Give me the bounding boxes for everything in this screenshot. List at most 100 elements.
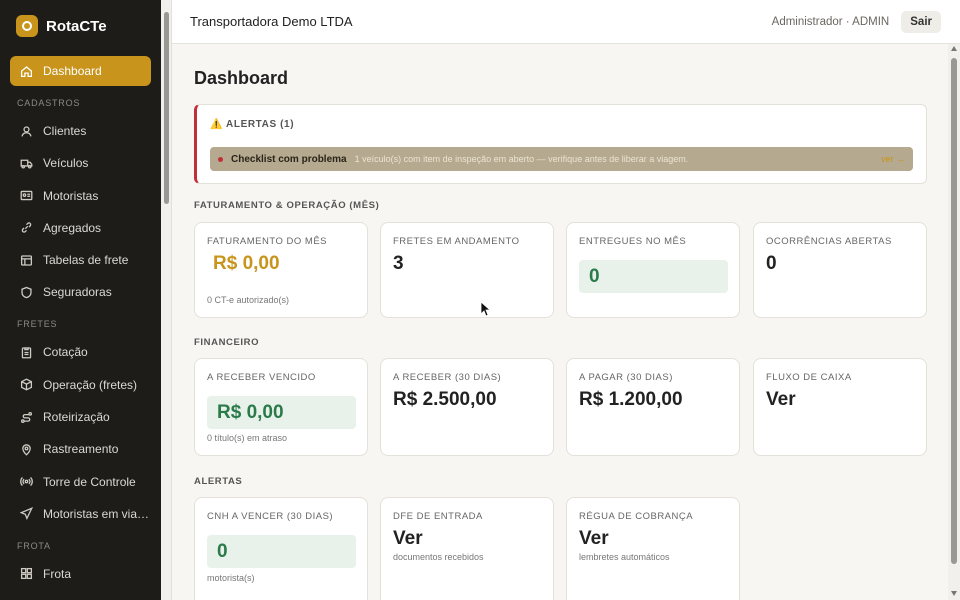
alert-dot-icon <box>218 156 223 162</box>
sidebar-item-clientes[interactable]: Clientes <box>10 116 151 146</box>
sidebar-item-label: Tabelas de frete <box>43 253 129 268</box>
scroll-up-icon[interactable] <box>951 46 957 51</box>
alerts-title: ⚠️ ALERTAS (1) <box>210 119 295 130</box>
main-scrollbar-thumb[interactable] <box>951 58 957 564</box>
page-title: Dashboard <box>194 68 289 88</box>
sidebar-item-label: Seguradoras <box>43 285 112 300</box>
clipboard-icon <box>20 346 33 359</box>
card-value: Ver <box>393 528 423 549</box>
card-value: 0 <box>207 535 356 568</box>
sidebar-item-tabelas-de-frete[interactable]: Tabelas de frete <box>10 245 151 275</box>
sidebar-item-dashboard[interactable]: Dashboard <box>10 56 151 86</box>
alert-item-description: 1 veículo(s) com item de inspeção em abe… <box>354 154 689 164</box>
table-icon <box>20 254 33 267</box>
card-receber-vencido[interactable]: A RECEBER VENCIDO R$ 0,00 0 título(s) em… <box>194 358 368 456</box>
sidebar-item-motoristas-em-viagem[interactable]: Motoristas em viag... <box>10 499 151 529</box>
logout-button[interactable]: Sair <box>901 10 941 33</box>
mouse-cursor-icon <box>480 301 490 317</box>
sidebar-section-frota: FROTA <box>17 540 51 551</box>
sidebar-item-label: Motoristas <box>43 188 99 203</box>
brand-name: RotaCTe <box>46 17 107 35</box>
company-name: Transportadora Demo LTDA <box>190 14 353 29</box>
main-scrollbar[interactable] <box>948 44 960 600</box>
card-pagar-30-dias[interactable]: A PAGAR (30 DIAS) R$ 1.200,00 <box>566 358 740 456</box>
sidebar-item-rastreamento[interactable]: Rastreamento <box>10 434 151 464</box>
card-label: ENTREGUES NO MÊS <box>579 236 687 247</box>
main-content: Dashboard ⚠️ ALERTAS (1) Checklist com p… <box>172 44 948 600</box>
card-value: Ver <box>579 528 609 549</box>
card-fluxo-caixa[interactable]: FLUXO DE CAIXA Ver <box>753 358 927 456</box>
topbar: Transportadora Demo LTDA Administrador ·… <box>172 0 960 44</box>
card-label: FLUXO DE CAIXA <box>766 372 852 383</box>
card-label: OCORRÊNCIAS ABERTAS <box>766 236 892 247</box>
alert-item[interactable]: Checklist com problema 1 veículo(s) com … <box>210 147 913 171</box>
sidebar: RotaCTe Dashboard CADASTROS Clientes Veí… <box>0 0 161 600</box>
card-sub: 0 título(s) em atraso <box>207 433 288 443</box>
grid-icon <box>20 567 33 580</box>
sidebar-item-label: Operação (fretes) <box>43 377 138 392</box>
card-receber-30-dias[interactable]: A RECEBER (30 DIAS) R$ 2.500,00 <box>380 358 554 456</box>
card-dfe-entrada[interactable]: DFE DE ENTRADA Ver documentos recebidos <box>380 497 554 600</box>
card-label: CNH A VENCER (30 DIAS) <box>207 511 334 522</box>
sidebar-item-seguradoras[interactable]: Seguradoras <box>10 277 151 307</box>
sidebar-item-label: Clientes <box>43 124 87 138</box>
card-value: 3 <box>393 253 404 274</box>
section-title-faturamento: FATURAMENTO & OPERAÇÃO (MÊS) <box>194 200 380 211</box>
alert-view-link[interactable]: ver → <box>881 154 905 164</box>
alerts-panel: ⚠️ ALERTAS (1) Checklist com problema 1 … <box>194 104 927 184</box>
card-label: DFE DE ENTRADA <box>393 511 483 522</box>
map-pin-icon <box>20 443 33 456</box>
link-icon <box>20 221 33 234</box>
package-icon <box>20 378 33 391</box>
sidebar-item-torre-de-controle[interactable]: Torre de Controle <box>10 467 151 497</box>
sidebar-item-operacao[interactable]: Operação (fretes) <box>10 370 151 400</box>
brand[interactable]: RotaCTe <box>0 0 161 52</box>
card-label: A RECEBER (30 DIAS) <box>393 372 502 383</box>
send-icon <box>20 507 33 521</box>
sidebar-item-label: Roteirização <box>43 410 110 425</box>
route-icon <box>20 411 33 424</box>
card-entregues-mes[interactable]: ENTREGUES NO MÊS 0 <box>566 222 740 318</box>
sidebar-item-label: Torre de Controle <box>43 474 136 489</box>
card-sub: lembretes automáticos <box>579 552 670 562</box>
radio-tower-icon <box>20 475 33 488</box>
sidebar-item-label: Veículos <box>43 156 89 171</box>
sidebar-item-label: Rastreamento <box>43 442 119 457</box>
card-value: R$ 0,00 <box>213 253 280 274</box>
brand-logo-icon <box>16 15 38 37</box>
card-value: 0 <box>766 253 777 274</box>
card-value: R$ 1.200,00 <box>579 389 683 410</box>
sidebar-item-label: Cotação <box>43 345 88 360</box>
card-regua-cobranca[interactable]: RÉGUA DE COBRANÇA Ver lembretes automáti… <box>566 497 740 600</box>
card-value: Ver <box>766 389 796 410</box>
sidebar-item-label: Frota <box>43 566 72 581</box>
sidebar-scrollbar[interactable] <box>161 0 172 600</box>
section-title-financeiro: FINANCEIRO <box>194 337 260 348</box>
sidebar-item-veiculos[interactable]: Veículos <box>10 148 151 178</box>
card-label: FATURAMENTO DO MÊS <box>207 236 328 247</box>
sidebar-item-label: Agregados <box>43 220 102 235</box>
sidebar-item-label: Motoristas em viag... <box>43 506 151 521</box>
sidebar-item-agregados[interactable]: Agregados <box>10 213 151 243</box>
card-cnh-vencer[interactable]: CNH A VENCER (30 DIAS) 0 motorista(s) <box>194 497 368 600</box>
sidebar-scrollbar-thumb[interactable] <box>164 12 169 204</box>
card-value: R$ 0,00 <box>207 396 356 429</box>
card-ocorrencias-abertas[interactable]: OCORRÊNCIAS ABERTAS 0 <box>753 222 927 318</box>
sidebar-item-frota[interactable]: Frota <box>10 559 151 589</box>
truck-icon <box>20 157 33 170</box>
card-fretes-andamento[interactable]: FRETES EM ANDAMENTO 3 <box>380 222 554 318</box>
card-label: A PAGAR (30 DIAS) <box>579 372 673 383</box>
user-info: Administrador · ADMIN <box>771 15 890 28</box>
card-value: R$ 2.500,00 <box>393 389 497 410</box>
card-sub: documentos recebidos <box>393 552 484 562</box>
scroll-down-icon[interactable] <box>951 591 957 596</box>
alert-item-title: Checklist com problema <box>231 153 347 165</box>
section-title-alertas: ALERTAS <box>194 476 243 487</box>
card-value: 0 <box>579 260 728 293</box>
sidebar-item-motoristas[interactable]: Motoristas <box>10 181 151 211</box>
sidebar-item-roteirizacao[interactable]: Roteirização <box>10 402 151 432</box>
id-card-icon <box>20 189 33 202</box>
shield-icon <box>20 286 33 299</box>
sidebar-item-cotacao[interactable]: Cotação <box>10 337 151 367</box>
card-faturamento-mes[interactable]: FATURAMENTO DO MÊS R$ 0,00 0 CT-e autori… <box>194 222 368 318</box>
